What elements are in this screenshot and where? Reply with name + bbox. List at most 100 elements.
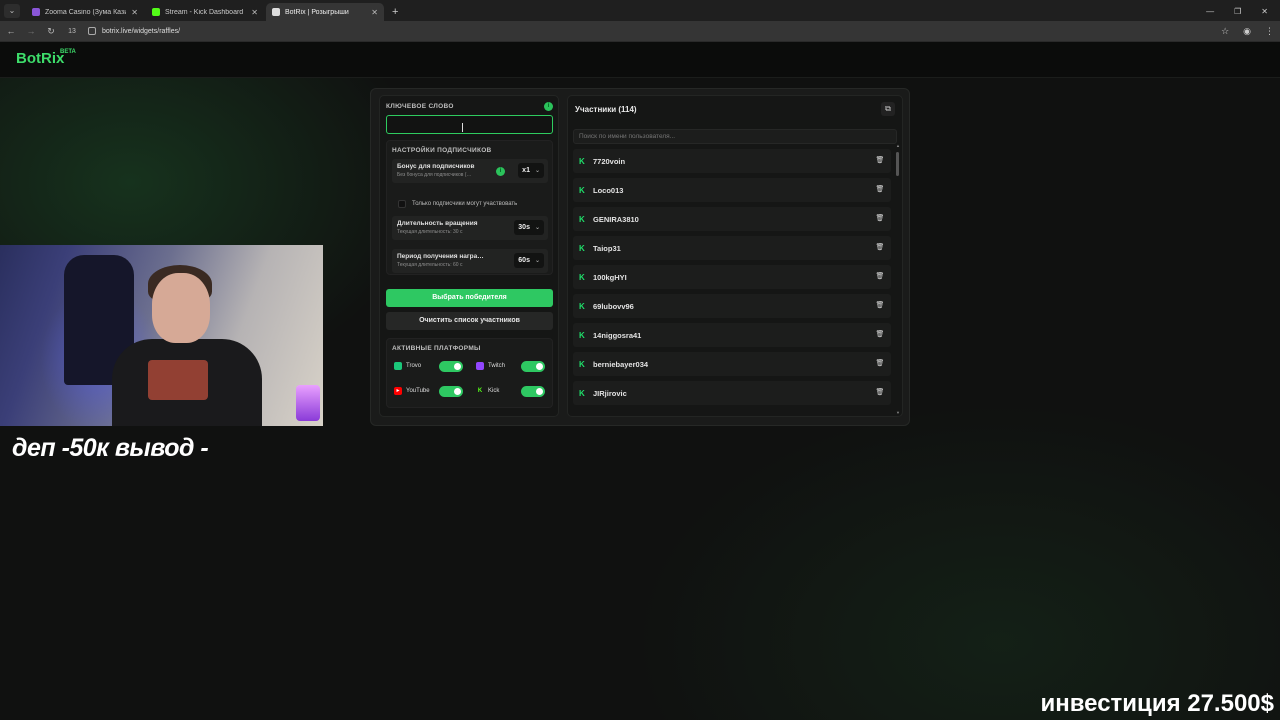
kick-toggle[interactable] — [521, 385, 545, 397]
kick-icon: K — [579, 214, 585, 224]
webcam-feed — [0, 245, 323, 426]
browser-tab-bar: ⌄ Zooma Casino (Зума Кази… ✕ Stream - Ki… — [0, 0, 1280, 21]
browser-tab-zooma[interactable]: Zooma Casino (Зума Кази… ✕ — [26, 3, 144, 21]
trovo-toggle[interactable] — [439, 360, 463, 372]
forward-icon[interactable]: → — [26, 26, 36, 36]
kick-icon: K — [579, 388, 585, 398]
new-tab-button[interactable]: + — [392, 6, 398, 18]
spin-duration-select[interactable]: 30s ⌄ — [514, 220, 544, 235]
scroll-down-icon[interactable]: ▼ — [896, 410, 900, 415]
trash-icon[interactable]: 🗑 — [875, 301, 885, 311]
kick-icon: K — [579, 330, 585, 340]
site-header: BotRix BETA — [0, 42, 1280, 78]
award-period-select[interactable]: 60s ⌄ — [514, 253, 544, 268]
tab-close-icon[interactable]: ✕ — [371, 8, 378, 17]
trash-icon[interactable]: 🗑 — [875, 272, 885, 282]
participant-name: 69lubovv96 — [593, 301, 634, 311]
trash-icon[interactable]: 🗑 — [875, 243, 885, 253]
url-field[interactable]: botrix.live/widgets/raffles/ — [88, 24, 1211, 39]
back-icon[interactable]: ← — [6, 26, 16, 36]
profile-icon[interactable]: ◉ — [1243, 26, 1251, 37]
subscribers-only-checkbox[interactable] — [398, 199, 406, 208]
kick-icon: K — [579, 243, 585, 253]
copy-icon[interactable]: ⧉ — [881, 102, 895, 116]
keyword-label: КЛЮЧЕВОЕ СЛОВО — [386, 103, 454, 110]
participant-name: 7720voin — [593, 156, 626, 166]
youtube-toggle[interactable] — [439, 385, 463, 397]
tab-close-icon[interactable]: ✕ — [251, 8, 258, 17]
list-item: K Loco013 🗑 — [573, 178, 891, 202]
minimize-icon[interactable]: — — [1206, 7, 1214, 16]
active-platforms-label: АКТИВНЫЕ ПЛАТФОРМЫ — [392, 345, 481, 352]
close-window-icon[interactable]: ✕ — [1261, 7, 1268, 16]
tab-favicon-icon — [272, 8, 280, 16]
participants-panel: Участники (114) ⧉ K 7720voin 🗑 K Loco013… — [567, 95, 903, 417]
youtube-icon: ▸ — [394, 387, 402, 395]
pick-winner-button[interactable]: Выбрать победителя — [386, 289, 553, 307]
subscriber-bonus-select[interactable]: x1 ⌄ — [518, 163, 544, 178]
platform-youtube: ▸ YouTube — [389, 383, 465, 399]
text-cursor-icon — [462, 123, 463, 132]
tab-favicon-icon — [32, 8, 40, 16]
subscriber-bonus-title: Бонус для подписчиков — [397, 163, 475, 170]
participant-name: GENIRA3810 — [593, 214, 639, 224]
subscriber-bonus-info-icon[interactable]: i — [496, 167, 505, 176]
list-item: K 100kgHYI 🗑 — [573, 265, 891, 289]
trash-icon[interactable]: 🗑 — [875, 388, 885, 398]
list-item: K GENIRA3810 🗑 — [573, 207, 891, 231]
platform-kick: K Kick — [471, 383, 547, 399]
reload-icon[interactable]: ↻ — [46, 26, 56, 37]
browser-menu-icon[interactable]: ⋮ — [1265, 26, 1274, 37]
botrix-logo[interactable]: BotRix BETA — [16, 49, 76, 67]
chevron-down-icon: ⌄ — [534, 225, 540, 231]
subscriber-bonus-value: x1 — [522, 167, 530, 174]
trash-icon[interactable]: 🗑 — [875, 214, 885, 224]
platform-label: Trovo — [406, 363, 422, 369]
platform-trovo: Trovo — [389, 358, 465, 374]
keyword-info-icon[interactable]: i — [544, 102, 553, 111]
browser-tab-kick-dashboard[interactable]: Stream - Kick Dashboard ✕ — [146, 3, 264, 21]
tab-title: BotRix | Розыгрыши — [285, 8, 349, 16]
keyword-input[interactable] — [386, 115, 553, 134]
participant-name: Loco013 — [593, 185, 624, 195]
active-platforms-box: АКТИВНЫЕ ПЛАТФОРМЫ Trovo Twitch ▸ YouTub… — [386, 338, 553, 408]
subscribers-only-row[interactable]: Только подписчики могут участвовать — [392, 197, 548, 210]
kick-icon: K — [477, 388, 483, 394]
trash-icon[interactable]: 🗑 — [875, 359, 885, 369]
clear-participants-button[interactable]: Очистить список участников — [386, 312, 553, 330]
participant-name: JIRjirovic — [593, 388, 627, 398]
list-item: K 14niggosra41 🗑 — [573, 323, 891, 347]
participants-list: K 7720voin 🗑 K Loco013 🗑 K GENIRA3810 🗑 … — [573, 149, 891, 410]
url-text: botrix.live/widgets/raffles/ — [102, 27, 181, 35]
award-period-subtitle: Текущая длительность: 60 с — [397, 262, 463, 268]
tab-title: Zooma Casino (Зума Кази… — [45, 8, 127, 16]
list-item: K Taiop31 🗑 — [573, 236, 891, 260]
award-period-row: Период получения награ… Текущая длительн… — [392, 249, 548, 273]
tab-title: Stream - Kick Dashboard — [165, 8, 244, 16]
subscriber-settings-box: НАСТРОЙКИ ПОДПИСЧИКОВ Бонус для подписчи… — [386, 140, 553, 275]
bookmark-star-icon[interactable]: ☆ — [1221, 26, 1229, 37]
list-item: K berniebayer034 🗑 — [573, 352, 891, 376]
scroll-up-icon[interactable]: ▲ — [896, 143, 900, 148]
trash-icon[interactable]: 🗑 — [875, 156, 885, 166]
trash-icon[interactable]: 🗑 — [875, 330, 885, 340]
browser-tab-botrix[interactable]: BotRix | Розыгрыши ✕ — [266, 3, 384, 21]
site-settings-icon[interactable] — [88, 27, 96, 35]
platform-label: Kick — [488, 388, 500, 394]
participant-search-input[interactable] — [573, 129, 897, 144]
subscriber-settings-label: НАСТРОЙКИ ПОДПИСЧИКОВ — [392, 147, 492, 154]
tab-search-chevron-icon[interactable]: ⌄ — [4, 4, 20, 18]
tab-count-badge: 13 — [68, 27, 76, 35]
trash-icon[interactable]: 🗑 — [875, 185, 885, 195]
webcam-person-head — [152, 273, 210, 343]
beta-badge: BETA — [60, 49, 76, 55]
twitch-toggle[interactable] — [521, 360, 545, 372]
participants-scrollbar[interactable] — [896, 152, 899, 176]
trovo-icon — [394, 362, 402, 370]
chevron-down-icon: ⌄ — [534, 168, 540, 174]
tab-close-icon[interactable]: ✕ — [131, 8, 138, 17]
participant-name: Taiop31 — [593, 243, 621, 253]
maximize-icon[interactable]: ❐ — [1234, 7, 1241, 16]
list-item: K 69lubovv96 🗑 — [573, 294, 891, 318]
raffle-settings-panel: КЛЮЧЕВОЕ СЛОВО i НАСТРОЙКИ ПОДПИСЧИКОВ Б… — [379, 95, 559, 417]
